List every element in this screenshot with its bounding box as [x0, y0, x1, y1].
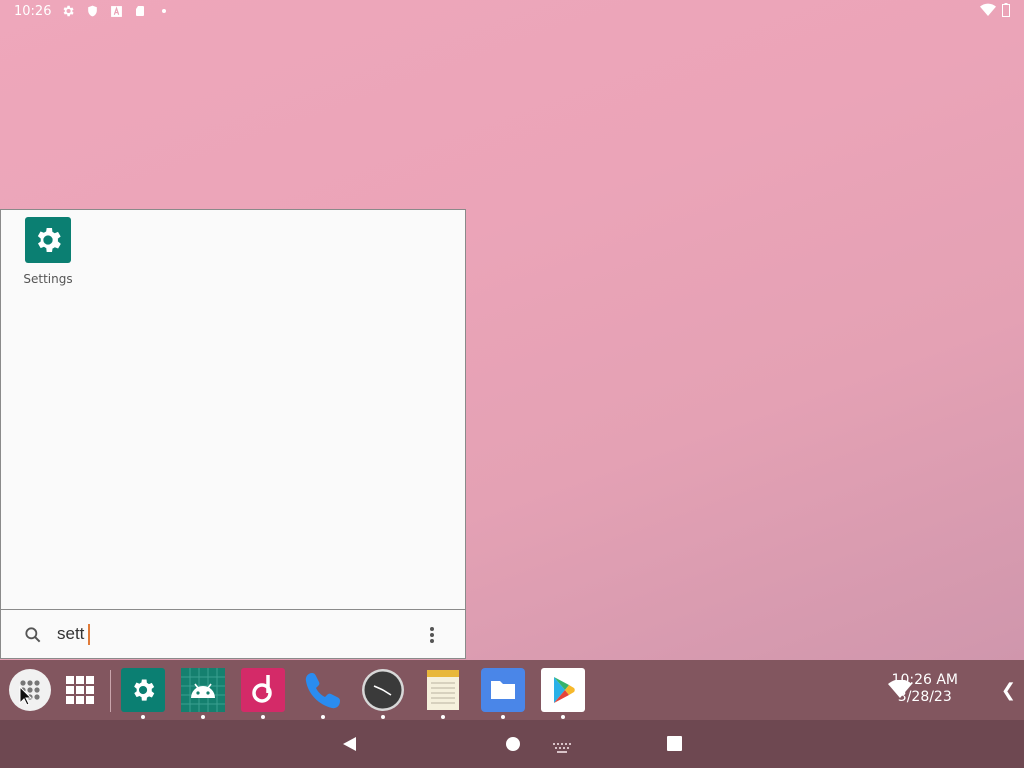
back-button[interactable] [342, 736, 358, 756]
app-settings[interactable]: Settings [19, 217, 77, 286]
music-icon [241, 668, 285, 712]
taskbar-clock[interactable]: 10:26 AM 3/28/23 [892, 672, 958, 706]
running-indicator [561, 715, 565, 719]
gear-icon [60, 3, 76, 19]
running-indicator [201, 715, 205, 719]
files-icon [481, 668, 525, 712]
taskbar-divider [110, 670, 111, 712]
keyboard-button[interactable] [553, 738, 571, 757]
recents-button[interactable] [667, 736, 682, 755]
taskbar-app-android[interactable] [180, 667, 226, 719]
search-input[interactable] [57, 622, 397, 646]
home-icon [506, 737, 520, 751]
taskbar-app-clock[interactable] [360, 667, 406, 719]
running-indicator [321, 715, 325, 719]
running-indicator [261, 715, 265, 719]
app-label: Settings [23, 272, 73, 286]
chevron-left-icon[interactable]: ❮ [1001, 680, 1016, 701]
font-icon [108, 3, 124, 19]
status-time: 10:26 [14, 4, 52, 19]
mouse-pointer-icon [19, 685, 33, 710]
android-icon [181, 668, 225, 712]
grid-icon [66, 676, 94, 704]
wifi-icon [980, 3, 996, 21]
home-button[interactable] [505, 736, 521, 756]
clock-date: 3/28/23 [897, 689, 952, 705]
battery-icon [1002, 3, 1010, 21]
navigation-bar [0, 720, 1024, 768]
shield-icon [84, 3, 100, 19]
status-system-icons [980, 3, 1010, 21]
taskbar-app-music[interactable] [240, 667, 286, 719]
running-indicator [141, 715, 145, 719]
status-bar: 10:26 [0, 0, 1024, 24]
running-indicator [381, 715, 385, 719]
overview-grid-button[interactable] [58, 667, 104, 713]
settings-gear-icon [25, 217, 71, 263]
clock-icon [362, 669, 404, 711]
running-indicator [441, 715, 445, 719]
phone-icon [305, 673, 340, 709]
app-drawer-panel: Settings [0, 209, 466, 659]
taskbar-app-files[interactable] [480, 667, 526, 719]
taskbar-app-phone[interactable] [300, 667, 346, 719]
magnifier-icon [23, 625, 43, 649]
keyboard-icon [553, 743, 571, 753]
play-store-icon [541, 668, 585, 712]
taskbar-app-settings[interactable] [120, 667, 166, 719]
search-bar [1, 609, 465, 658]
status-notification-icons [60, 3, 172, 19]
settings-icon [121, 668, 165, 712]
notes-icon [427, 670, 459, 710]
text-caret [88, 624, 90, 645]
recents-icon [667, 736, 682, 751]
dot-icon [156, 3, 172, 19]
taskbar: 10:26 AM 3/28/23 ❮ [0, 660, 1024, 720]
back-icon [343, 737, 356, 751]
clock-time: 10:26 AM [891, 672, 958, 688]
taskbar-app-play-store[interactable] [540, 667, 586, 719]
taskbar-app-notes[interactable] [420, 667, 466, 719]
sd-card-icon [132, 3, 148, 19]
running-indicator [501, 715, 505, 719]
more-vert-icon[interactable] [429, 626, 435, 648]
